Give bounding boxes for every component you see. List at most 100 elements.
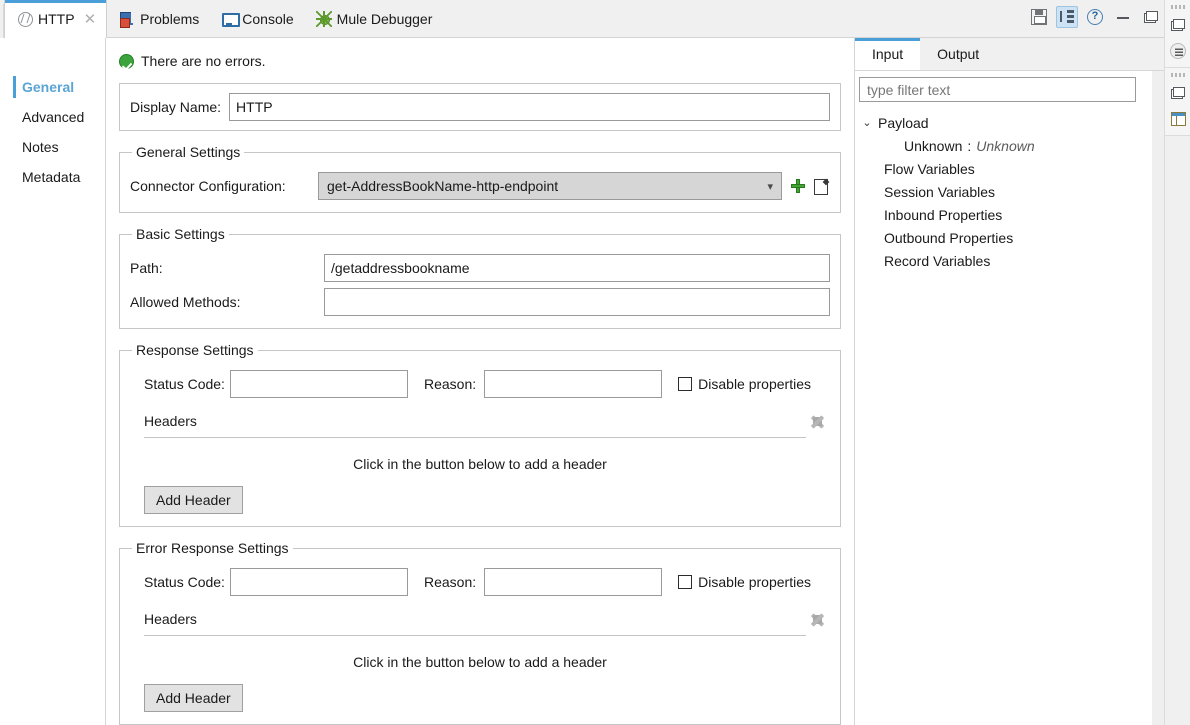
drag-handle[interactable] bbox=[1171, 5, 1185, 9]
allowed-methods-input[interactable] bbox=[324, 288, 830, 316]
error-headers-label: Headers bbox=[144, 611, 197, 627]
response-reason-input[interactable] bbox=[484, 370, 663, 398]
tab-console-label: Console bbox=[242, 11, 294, 27]
response-reason-label: Reason: bbox=[424, 376, 477, 392]
response-status-code-input[interactable] bbox=[230, 370, 408, 398]
filter-box bbox=[859, 77, 1136, 102]
drag-handle[interactable] bbox=[1171, 73, 1185, 77]
tab-input-label: Input bbox=[872, 46, 904, 62]
mule-debugger-icon bbox=[315, 11, 332, 27]
tree-node-flow-variables[interactable]: Flow Variables bbox=[861, 157, 1164, 180]
tree-node-record-variables[interactable]: Record Variables bbox=[861, 249, 1164, 272]
sidebar-item-label: Notes bbox=[22, 139, 59, 155]
help-icon: ? bbox=[1087, 9, 1103, 25]
delete-icon[interactable] bbox=[808, 412, 826, 430]
io-tabstrip: Input Output bbox=[855, 38, 1164, 71]
general-settings-group: General Settings Connector Configuration… bbox=[119, 144, 841, 213]
error-reason-label: Reason: bbox=[424, 574, 477, 590]
allowed-methods-row: Allowed Methods: bbox=[130, 288, 830, 316]
display-name-input[interactable] bbox=[229, 93, 830, 121]
error-headers-row: Headers bbox=[130, 610, 830, 628]
http-icon bbox=[17, 11, 33, 27]
problems-icon bbox=[119, 11, 135, 28]
properties-sidebar: General Advanced Notes Metadata bbox=[4, 38, 106, 725]
error-status-code-input[interactable] bbox=[230, 568, 408, 596]
checkbox-box bbox=[678, 575, 693, 589]
tree-leaf-label: Inbound Properties bbox=[884, 206, 1003, 223]
tree-node-session-variables[interactable]: Session Variables bbox=[861, 180, 1164, 203]
tree-view-button[interactable] bbox=[1056, 6, 1078, 28]
add-header-button[interactable]: Add Header bbox=[144, 486, 243, 514]
response-headers-hint: Click in the button below to add a heade… bbox=[353, 456, 607, 472]
tree-leaf-label: Flow Variables bbox=[884, 160, 975, 177]
tree-child-unknown[interactable]: Unknown : Unknown bbox=[861, 134, 1164, 157]
sidebar-item-notes[interactable]: Notes bbox=[4, 132, 105, 162]
error-disable-properties-checkbox[interactable]: Disable properties bbox=[678, 574, 811, 590]
display-name-row: Display Name: bbox=[120, 84, 840, 130]
sidebar-item-label: Metadata bbox=[22, 169, 81, 185]
connector-configuration-value: get-AddressBookName-http-endpoint bbox=[327, 178, 559, 194]
tree-node-outbound-properties[interactable]: Outbound Properties bbox=[861, 226, 1164, 249]
metadata-panel: Input Output ⌄ Payload Unknown : Unknown… bbox=[854, 38, 1164, 725]
basic-settings-legend: Basic Settings bbox=[136, 226, 225, 242]
response-headers-row: Headers bbox=[130, 412, 830, 430]
connector-configuration-select[interactable]: get-AddressBookName-http-endpoint ▾ bbox=[318, 172, 782, 200]
tab-input[interactable]: Input bbox=[855, 38, 921, 70]
tree-node-inbound-properties[interactable]: Inbound Properties bbox=[861, 203, 1164, 226]
rail-group-editor bbox=[1165, 0, 1190, 68]
tree-child-key: Unknown bbox=[904, 137, 963, 154]
tab-output[interactable]: Output bbox=[920, 38, 996, 70]
sidebar-item-general[interactable]: General bbox=[4, 72, 105, 102]
error-status-code-label: Status Code: bbox=[144, 574, 225, 590]
tree-leaf-label: Session Variables bbox=[884, 183, 996, 200]
close-icon[interactable]: ✕ bbox=[84, 12, 97, 27]
add-header-button[interactable]: Add Header bbox=[144, 684, 243, 712]
error-reason-input[interactable] bbox=[484, 568, 663, 596]
connector-configuration-label: Connector Configuration: bbox=[130, 178, 286, 194]
help-button[interactable]: ? bbox=[1084, 6, 1106, 28]
response-status-code-label: Status Code: bbox=[144, 376, 225, 392]
restore-icon bbox=[1144, 11, 1158, 23]
tab-output-label: Output bbox=[937, 46, 980, 62]
rail-group-views bbox=[1165, 68, 1190, 136]
tree-leaf-label: Outbound Properties bbox=[884, 229, 1014, 246]
tree-child-value: Unknown bbox=[976, 137, 1035, 154]
rail-restore-button[interactable] bbox=[1168, 15, 1188, 35]
minimize-icon bbox=[1117, 16, 1129, 19]
tab-mule-debugger[interactable]: Mule Debugger bbox=[304, 0, 443, 38]
plus-icon[interactable] bbox=[790, 178, 806, 194]
tab-console[interactable]: Console bbox=[209, 0, 303, 38]
rail-panel-layout-button[interactable] bbox=[1168, 109, 1188, 129]
path-input[interactable] bbox=[324, 254, 830, 282]
editor-toolbar: ? bbox=[1028, 6, 1162, 28]
tab-http[interactable]: HTTP ✕ bbox=[4, 0, 108, 38]
right-rail bbox=[1164, 0, 1190, 725]
display-name-panel: Display Name: bbox=[119, 83, 841, 131]
connector-configuration-row: Connector Configuration: get-AddressBook… bbox=[130, 172, 830, 200]
search-input[interactable] bbox=[865, 80, 1130, 99]
save-icon bbox=[1031, 9, 1047, 25]
sidebar-item-metadata[interactable]: Metadata bbox=[4, 162, 105, 192]
restore-button[interactable] bbox=[1140, 6, 1162, 28]
status-message: There are no errors. bbox=[141, 53, 266, 69]
rail-restore-button-2[interactable] bbox=[1168, 83, 1188, 103]
save-button[interactable] bbox=[1028, 6, 1050, 28]
tab-problems[interactable]: Problems bbox=[107, 0, 209, 38]
minimize-button[interactable] bbox=[1112, 6, 1134, 28]
status-row: There are no errors. bbox=[107, 38, 853, 69]
ok-icon bbox=[119, 53, 134, 69]
rail-menu-button[interactable] bbox=[1168, 41, 1188, 61]
chevron-down-icon[interactable]: ⌄ bbox=[861, 116, 873, 129]
delete-icon[interactable] bbox=[808, 610, 826, 628]
response-disable-properties-checkbox[interactable]: Disable properties bbox=[678, 376, 811, 392]
restore-icon bbox=[1171, 19, 1185, 31]
tree-node-payload[interactable]: ⌄ Payload bbox=[861, 111, 1164, 134]
chevron-down-icon: ▾ bbox=[767, 180, 773, 193]
response-settings-group: Response Settings Status Code: Reason: D… bbox=[119, 342, 841, 527]
sidebar-item-advanced[interactable]: Advanced bbox=[4, 102, 105, 132]
vertical-scrollbar[interactable] bbox=[1152, 71, 1164, 725]
edit-icon[interactable] bbox=[814, 178, 830, 195]
allowed-methods-label: Allowed Methods: bbox=[130, 294, 241, 310]
properties-form: There are no errors. Display Name: Gener… bbox=[107, 38, 853, 725]
tab-bar: HTTP ✕ Problems Console Mule Debugger ? bbox=[0, 0, 1190, 38]
